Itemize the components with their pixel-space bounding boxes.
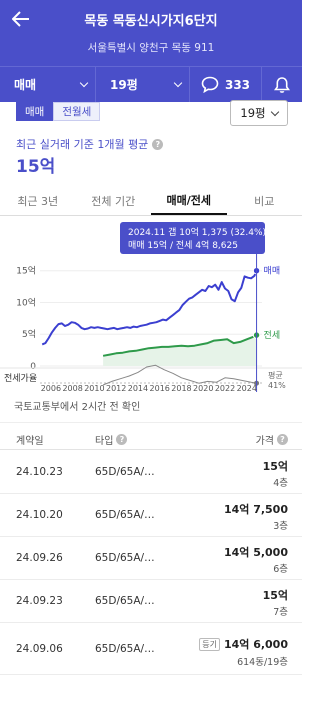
row-type: 65D/65A/… (95, 643, 155, 655)
header-date-label: 계약일 (16, 436, 44, 447)
x-tick-label: 2012 (106, 384, 126, 393)
row-floor: 6층 (273, 564, 288, 575)
app-header: 목동 목동신시가지6단지 서울특별시 양천구 목동 911 매매 19평 333 (0, 0, 302, 102)
y-tick-label: 5억 (22, 328, 36, 340)
row-price: 등기 14억 6,000 (199, 636, 288, 652)
comment-count: 333 (224, 77, 251, 92)
x-tick-label: 2022 (215, 384, 235, 393)
y-tick-label: 0 (30, 362, 36, 372)
row-price-value: 15억 (262, 589, 288, 602)
average-label: 최근 실거래 기준 1개월 평균 ? (16, 136, 164, 152)
comments-button[interactable]: 333 (190, 67, 262, 102)
period-tabs: 최근 3년 전체 기간 매매/전세 비교 (0, 186, 302, 216)
deal-type-label: 매매 (14, 78, 37, 92)
x-tick-label: 2006 (41, 384, 61, 393)
tab-sale[interactable]: 매매 (16, 102, 54, 121)
header-date: 계약일 (16, 432, 44, 447)
x-tick-label: 2010 (84, 384, 104, 393)
chevron-down-icon (270, 107, 279, 116)
row-date: 24.10.20 (16, 509, 63, 521)
deal-tabs: 매매 전월세 (16, 102, 101, 121)
x-axis: 2006 2008 2010 2012 2014 2016 2018 2020 2022 2024 (41, 384, 257, 393)
deal-type-dropdown[interactable]: 매매 (0, 67, 96, 102)
row-date: 24.09.26 (16, 552, 63, 564)
row-price: 15억 (263, 458, 288, 474)
row-date: 24.09.06 (16, 643, 63, 655)
x-tick-label: 2008 (62, 384, 82, 393)
table-row[interactable]: 24.10.20 65D/65A/… 14억 7,500 3층 (0, 494, 302, 537)
row-price-value: 14억 6,000 (223, 638, 288, 651)
tab-all-period[interactable]: 전체 기간 (76, 186, 152, 215)
table-row[interactable]: 24.10.23 65D/65A/… 15억 4층 (0, 451, 302, 494)
registered-badge: 등기 (199, 637, 220, 651)
average-value: 15억 (16, 157, 56, 177)
row-date: 24.10.23 (16, 466, 63, 478)
data-source-notice: 국토교통부에서 2시간 전 확인 (14, 402, 141, 413)
y-tick-label: 15억 (16, 265, 36, 277)
chevron-down-icon (79, 78, 89, 88)
row-price-value: 14억 5,000 (223, 546, 288, 559)
page-title: 목동 목동신시가지6단지 (84, 14, 218, 29)
tab-recent-3y[interactable]: 최근 3년 (0, 186, 76, 215)
lease-area (103, 335, 257, 366)
y-tick-label: 10억 (16, 296, 36, 308)
row-floor: 7층 (273, 607, 288, 618)
ratio-end-label: 평균 (268, 370, 283, 380)
tab-lease[interactable]: 전월세 (53, 102, 101, 121)
row-floor: 4층 (273, 478, 288, 489)
row-price: 14억 7,500 (224, 501, 288, 517)
help-icon[interactable]: ? (152, 138, 164, 150)
row-price-value: 15억 (262, 460, 288, 473)
bell-icon (274, 76, 290, 93)
row-type: 65D/65A/… (95, 466, 155, 478)
header-type: 타입 ? (95, 432, 128, 447)
row-price: 14억 5,000 (224, 544, 288, 560)
tab-sale-lease[interactable]: 매매/전세 (151, 186, 227, 215)
average-label-text: 최근 실거래 기준 1개월 평균 (16, 138, 149, 151)
price-chart[interactable]: 15억10억5억0전세가율매매전세평균41%2024.11 갭 10억 1,37… (0, 218, 302, 392)
size-select-value: 19평 (240, 106, 266, 120)
series-label: 전세 (264, 330, 281, 341)
help-icon[interactable]: ? (116, 434, 128, 445)
series-label: 매매 (264, 266, 281, 277)
row-type: 65D/65A/… (95, 552, 155, 564)
x-tick-label: 2014 (128, 384, 148, 393)
size-label: 19평 (110, 78, 138, 92)
header-price: 가격 ? (256, 432, 288, 447)
row-price: 15억 (263, 587, 288, 603)
row-floor: 614동/19층 (237, 657, 288, 668)
header-price-label: 가격 (255, 436, 274, 447)
x-tick-label: 2018 (171, 384, 191, 393)
table-row[interactable]: 24.09.23 65D/65A/… 15억 7층 (0, 580, 302, 623)
size-dropdown[interactable]: 19평 (96, 67, 190, 102)
tab-compare[interactable]: 비교 (227, 186, 303, 215)
row-date: 24.09.23 (16, 595, 63, 607)
address-text: 서울특별시 양천구 목동 911 (87, 42, 215, 54)
filter-bar: 매매 19평 333 (0, 66, 302, 102)
row-type: 65D/65A/… (95, 509, 155, 521)
tooltip-line1: 2024.11 갭 10억 1,375 (32.4%) (128, 226, 266, 238)
table-row[interactable]: 24.09.26 65D/65A/… 14억 5,000 6층 (0, 537, 302, 580)
chevron-down-icon (173, 78, 183, 88)
table-row[interactable]: 24.09.06 65D/65A/… 등기 14억 6,000 614동/19층 (0, 623, 302, 675)
table-header: 계약일 타입 ? 가격 ? (0, 422, 302, 450)
row-type: 65D/65A/… (95, 595, 155, 607)
series-line-0 (41, 270, 258, 346)
notification-button[interactable] (262, 67, 302, 102)
row-floor: 3층 (273, 521, 288, 532)
x-tick-label: 2016 (150, 384, 170, 393)
size-select[interactable]: 19평 (230, 100, 288, 126)
x-tick-label: 2020 (193, 384, 213, 393)
header-type-label: 타입 (95, 436, 114, 447)
speech-bubble-icon (201, 76, 219, 93)
tooltip-line2: 매매 15억 / 전세 4억 8,625 (128, 239, 238, 251)
row-price-value: 14억 7,500 (223, 503, 288, 516)
help-icon[interactable]: ? (277, 434, 288, 445)
x-tick-label: 2024 (237, 384, 257, 393)
